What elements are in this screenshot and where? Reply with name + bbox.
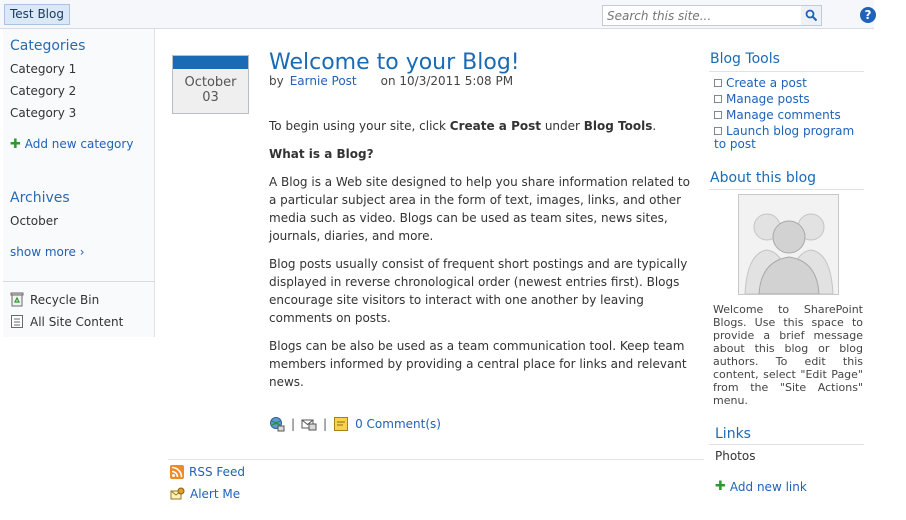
search-button[interactable] — [801, 5, 822, 26]
manage-comments-link[interactable]: Manage comments — [714, 109, 864, 122]
add-category-link[interactable]: ✚ Add new category — [10, 137, 133, 152]
add-new-link[interactable]: ✚ Add new link — [715, 479, 807, 494]
email-link-icon[interactable] — [301, 416, 317, 432]
help-icon[interactable]: ? — [860, 7, 876, 23]
links-divider — [709, 444, 864, 445]
recycle-bin-label: Recycle Bin — [30, 292, 100, 307]
alert-icon — [170, 487, 185, 500]
nav-item-category-1[interactable]: Category 1 — [10, 62, 76, 76]
show-more-link[interactable]: show more › — [10, 245, 85, 259]
action-separator-1: | — [291, 417, 296, 431]
all-site-content-link[interactable]: All Site Content — [10, 314, 123, 329]
blog-tools-divider — [709, 71, 864, 72]
bullet-icon — [714, 127, 722, 135]
site-tab-test-blog[interactable]: Test Blog — [4, 4, 70, 25]
create-post-label: Create a post — [726, 76, 807, 90]
post-title[interactable]: Welcome to your Blog! — [269, 50, 520, 75]
about-blog-text: Welcome to SharePoint Blogs. Use this sp… — [713, 303, 863, 407]
alert-me-label: Alert Me — [190, 487, 241, 501]
left-navigation: Categories Category 1 Category 2 Categor… — [3, 29, 155, 337]
search-icon — [805, 9, 817, 22]
post-by-label: by — [269, 74, 284, 88]
comments-link[interactable]: 0 Comment(s) — [355, 417, 441, 431]
create-post-link[interactable]: Create a post — [714, 77, 864, 90]
blog-tools-heading: Blog Tools — [710, 51, 780, 67]
manage-posts-label: Manage posts — [726, 92, 810, 106]
rss-icon — [170, 465, 184, 479]
nav-divider — [3, 281, 155, 282]
categories-heading[interactable]: Categories — [10, 38, 85, 54]
body-paragraph-3: Blogs can be also be used as a team comm… — [269, 339, 687, 389]
post-date-text: on 10/3/2011 5:08 PM — [380, 74, 514, 88]
nav-item-category-3[interactable]: Category 3 — [10, 106, 76, 120]
rss-feed-label: RSS Feed — [189, 465, 246, 479]
comment-icon[interactable] — [333, 416, 349, 432]
blog-tools-bold: Blog Tools — [583, 119, 653, 133]
bullet-icon — [714, 79, 722, 87]
intro-mid-text: under — [541, 119, 584, 133]
top-bar: Test Blog ? — [0, 0, 876, 29]
nav-item-category-2[interactable]: Category 2 — [10, 84, 76, 98]
create-post-bold: Create a Post — [449, 119, 541, 133]
manage-comments-label: Manage comments — [726, 108, 841, 122]
nav-item-october[interactable]: October — [10, 214, 58, 228]
date-box-header — [173, 56, 248, 69]
site-content-icon — [11, 315, 23, 328]
body-paragraph-1: A Blog is a Web site designed to help yo… — [269, 175, 690, 243]
main-divider — [168, 459, 704, 460]
post-author-link[interactable]: Earnie Post — [290, 74, 357, 88]
action-separator-2: | — [323, 417, 328, 431]
blog-avatar — [738, 194, 839, 295]
post-body: To begin using your site, click Create a… — [269, 117, 699, 401]
search-input[interactable] — [602, 5, 802, 26]
permalink-icon[interactable] — [269, 416, 285, 432]
add-new-link-label: Add new link — [729, 479, 807, 494]
what-is-heading: What is a Blog? — [269, 145, 699, 163]
about-blog-heading: About this blog — [710, 170, 817, 186]
alert-me-link[interactable]: Alert Me — [170, 487, 240, 501]
what-is-heading-text: What is a Blog? — [269, 147, 374, 161]
intro-text: To begin using your site, click — [269, 119, 450, 133]
post-date-day: 03 — [202, 90, 219, 105]
post-meta: by Earnie Post on 10/3/2011 5:08 PM — [269, 74, 513, 88]
about-divider — [709, 189, 864, 190]
all-site-content-label: All Site Content — [30, 314, 124, 329]
links-heading: Links — [715, 426, 751, 442]
add-category-label: Add new category — [24, 137, 134, 151]
launch-blog-program-label: Launch blog program to post — [714, 124, 855, 151]
bullet-icon — [714, 111, 722, 119]
plus-icon: ✚ — [715, 479, 726, 494]
launch-blog-program-link[interactable]: Launch blog program to post — [714, 125, 864, 151]
body-paragraph-2: Blog posts usually consist of frequent s… — [269, 257, 688, 325]
link-item-photos[interactable]: Photos — [715, 449, 755, 463]
recycle-bin-link[interactable]: Recycle Bin — [10, 292, 99, 307]
post-date-month: October — [184, 75, 237, 90]
archives-heading[interactable]: Archives — [10, 190, 70, 206]
post-date-box: October 03 — [172, 55, 249, 114]
rss-feed-link[interactable]: RSS Feed — [170, 465, 245, 479]
intro-paragraph: To begin using your site, click Create a… — [269, 117, 699, 135]
intro-end-text: . — [652, 119, 657, 133]
recycle-bin-icon — [10, 292, 24, 307]
manage-posts-link[interactable]: Manage posts — [714, 93, 864, 106]
plus-icon: ✚ — [10, 137, 21, 152]
person-silhouette-icon — [739, 195, 838, 295]
bullet-icon — [714, 95, 722, 103]
post-actions: | | 0 Comment(s) — [269, 416, 441, 432]
